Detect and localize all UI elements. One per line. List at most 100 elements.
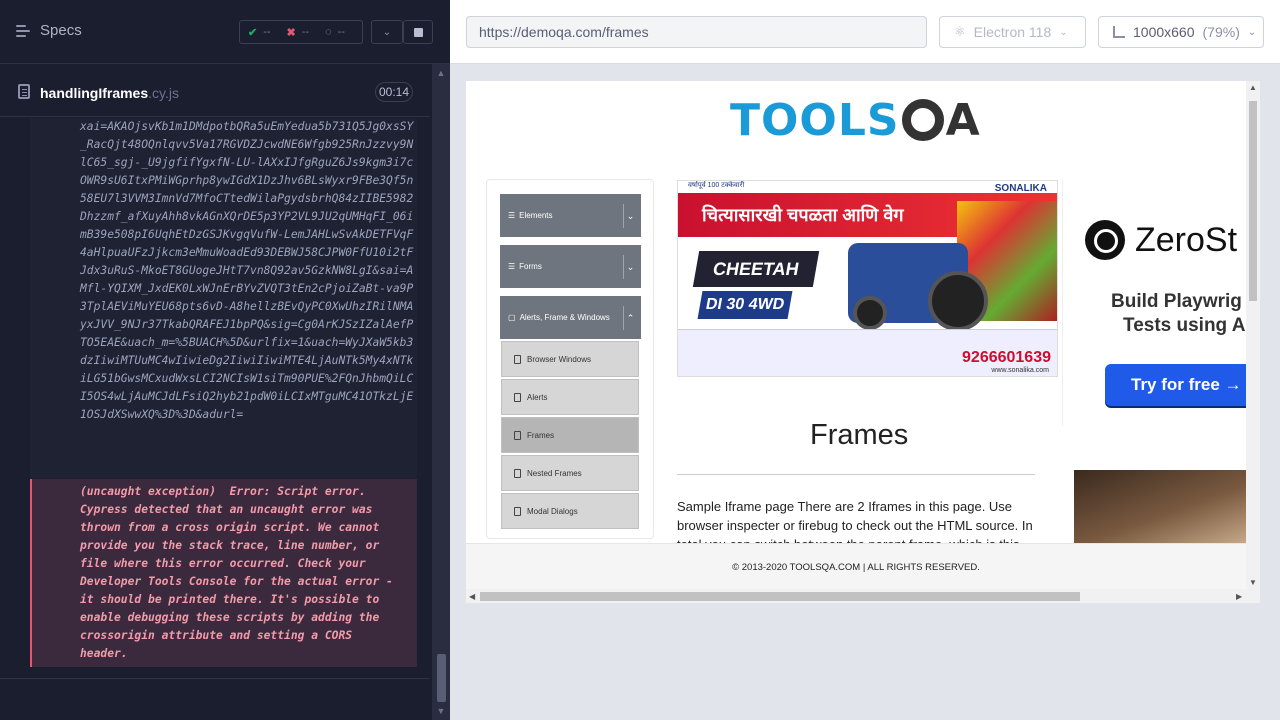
ad-site: www.sonalika.com [991,367,1049,374]
spec-file-row[interactable]: handlingIframes.cy.js 00:14 [0,65,430,117]
page-icon [514,430,521,440]
nav-group-forms[interactable]: ☰ Forms ⌄ [500,245,641,289]
page-icon [514,506,521,516]
page-title: Frames [810,419,909,451]
log-scroll-thumb[interactable] [437,654,446,702]
check-icon: ✔ [248,26,258,39]
zerostep-icon [1085,220,1125,260]
page-icon [514,392,521,402]
spec-ext: .cy.js [148,85,179,101]
chevron-down-button[interactable]: ⌄ [371,20,403,44]
electron-icon: ⚛ [954,24,966,39]
window-icon: ▢ [508,313,516,322]
tractor-ad-banner[interactable]: वर्षापूर्व 100 टक्केवारी SONALIKA चित्या… [677,180,1058,377]
viewport-selector[interactable]: 1000x660 (79%) ⌄ [1098,16,1264,48]
group-label: Forms [519,262,542,271]
x-icon: ✖ [286,26,296,39]
specs-title: Specs [40,22,82,39]
cypress-sidebar: Specs ✔ -- ✖ -- ◌ -- ⌄ handlingIframes.cy.j… [0,0,450,720]
file-icon [18,84,30,99]
ad-phone: 9266601639 [962,349,1051,366]
stop-icon [413,27,423,37]
try-for-free-button[interactable]: Try for free → [1105,364,1260,406]
chevron-down-icon: ⌄ [1247,26,1257,38]
passed-stat: ✔ -- [240,26,279,39]
spec-duration: 00:14 [375,82,413,102]
toolsqa-logo[interactable]: TOOLS A [730,95,981,146]
ad-model: CHEETAH [692,251,820,287]
scroll-right-icon[interactable]: ▶ [1236,592,1242,601]
preview-toolbar: https://demoqa.com/frames ⚛ Electron 118… [450,0,1280,64]
nav-group-alerts[interactable]: ▢ Alerts, Frame & Windows ⌃ [500,296,641,340]
group-label: Elements [519,211,553,220]
nav-item-label: Frames [527,430,555,440]
url-field[interactable]: https://demoqa.com/frames [466,16,927,48]
scroll-down-icon[interactable]: ▼ [1249,578,1257,587]
pending-icon: ◌ [325,26,332,38]
log-url-text: xai=AKAOjsvKb1m1DMdpotbQRa5uEmYedua5b731… [80,120,414,421]
nav-item-nested-frames[interactable]: Nested Frames [501,455,639,491]
failed-stat: ✖ -- [279,26,318,39]
scroll-up-icon[interactable]: ▲ [1249,83,1257,92]
ad-line-2: Tests using A [1123,315,1246,336]
logo-text-right: A [945,95,981,146]
failed-count: -- [301,26,310,38]
chevron-down-icon: ⌄ [623,204,637,228]
frame-horizontal-thumb[interactable] [480,592,1080,601]
nav-item-frames[interactable]: Frames [501,417,639,453]
group-label: Alerts, Frame & Windows [519,313,610,322]
viewport-size: 1000x660 [1133,24,1195,40]
specs-toggle[interactable]: Specs [16,22,82,39]
gear-icon [901,99,944,141]
passed-count: -- [263,26,271,38]
tractor-wheel [853,296,887,330]
nav-item-modal-dialogs[interactable]: Modal Dialogs [501,493,639,529]
specs-header: Specs ✔ -- ✖ -- ◌ -- ⌄ [0,0,450,64]
left-nav-panel: ☰ Elements ⌄ ☰ Forms ⌄ ▢ Alerts, Frame & Wind… [486,179,654,539]
viewport-icon [1113,26,1125,38]
error-message-box: (uncaught exception) Error: Script error… [30,479,417,667]
divider [0,678,430,679]
nav-item-browser-windows[interactable]: Browser Windows [501,341,639,377]
error-message-text: (uncaught exception) Error: Script error… [80,485,393,660]
frame-vertical-thumb[interactable] [1249,101,1257,301]
stop-button[interactable] [403,20,433,44]
nav-item-label: Browser Windows [527,354,592,364]
nav-item-label: Alerts [527,392,548,402]
command-log-entry: xai=AKAOjsvKb1m1DMdpotbQRa5uEmYedua5b731… [30,118,417,478]
pending-stat: ◌ -- [317,26,353,38]
spec-name: handlingIframes [40,85,149,101]
browser-selector[interactable]: ⚛ Electron 118 ⌄ [939,16,1086,48]
page-description: Sample Iframe page There are 2 Iframes i… [677,499,1033,543]
list-icon: ☰ [508,262,516,271]
zerostep-brand: ZeroSt [1135,220,1238,259]
menu-icon [16,24,32,37]
nav-item-label: Modal Dialogs [527,506,578,516]
scroll-up-icon[interactable]: ▲ [436,68,446,78]
browser-name: Electron 118 [973,24,1052,40]
viewport-zoom: (79%) [1202,24,1240,40]
zerostep-logo: ZeroSt [1085,220,1237,260]
log-scrollbar[interactable] [432,64,450,720]
chevron-up-icon: ⌃ [623,306,637,330]
scroll-down-icon[interactable]: ▼ [436,706,446,716]
ad-engine: DI 30 4WD [697,291,793,319]
chevron-down-icon: ⌄ [1059,26,1068,38]
title-divider [677,474,1035,475]
nav-item-label: Nested Frames [527,468,582,478]
nav-item-alerts[interactable]: Alerts [501,379,639,415]
spec-filename: handlingIframes.cy.js [40,85,179,101]
pending-count: -- [337,26,345,38]
test-stats: ✔ -- ✖ -- ◌ -- [239,20,363,44]
scroll-left-icon[interactable]: ◀ [469,592,475,601]
page-icon [514,354,521,364]
ad-tagline: Build Playwrig Tests using A [1111,290,1260,338]
chevron-down-icon: ⌄ [623,255,637,279]
list-icon: ☰ [508,211,516,220]
aut-iframe: TOOLS A ☰ Elements ⌄ ☰ Forms ⌄ ▢ Alerts, Frame… [466,81,1260,603]
page-icon [514,468,521,478]
zerostep-ad[interactable]: ZeroSt Build Playwrig Tests using A Try f… [1062,180,1260,426]
ad-line-1: Build Playwrig [1111,291,1242,312]
nav-group-elements[interactable]: ☰ Elements ⌄ [500,194,641,238]
app-preview: https://demoqa.com/frames ⚛ Electron 118… [450,0,1280,720]
